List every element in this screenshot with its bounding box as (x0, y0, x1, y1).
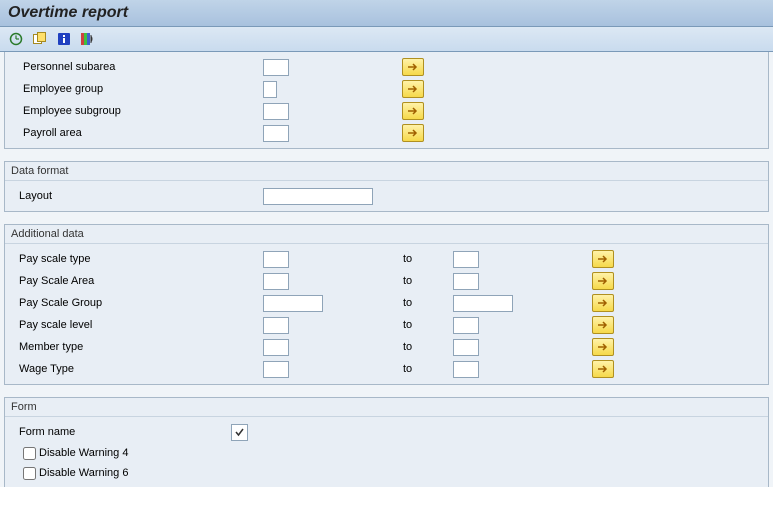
multi-select-payroll-area[interactable] (402, 124, 424, 142)
data-format-group: Data format Layout (4, 161, 769, 212)
input-additional-0-from[interactable] (263, 251, 289, 268)
input-additional-3-to[interactable] (453, 317, 479, 334)
multi-select-additional-0[interactable] (592, 250, 614, 268)
check-disable-warning-6[interactable] (23, 467, 36, 480)
label-personnel-subarea: Personnel subarea (13, 61, 263, 73)
input-additional-2-from[interactable] (263, 295, 323, 312)
row-employee-group: Employee group (5, 78, 768, 100)
multi-select-employee-group[interactable] (402, 80, 424, 98)
input-additional-4-from[interactable] (263, 339, 289, 356)
label-form-name: Form name (13, 426, 231, 438)
input-employee-subgroup[interactable] (263, 103, 289, 120)
label-additional-5: Wage Type (13, 363, 263, 375)
multi-select-personnel-subarea[interactable] (402, 58, 424, 76)
to-label-3: to (393, 319, 453, 331)
form-group: Form Form name Disable Warning 4 Disable… (4, 397, 769, 487)
form-title: Form (5, 398, 768, 417)
input-additional-5-to[interactable] (453, 361, 479, 378)
input-payroll-area[interactable] (263, 125, 289, 142)
row-employee-subgroup: Employee subgroup (5, 100, 768, 122)
input-additional-1-to[interactable] (453, 273, 479, 290)
input-layout[interactable] (263, 188, 373, 205)
multi-select-employee-subgroup[interactable] (402, 102, 424, 120)
multi-select-additional-5[interactable] (592, 360, 614, 378)
row-disable-warning-6: Disable Warning 6 (5, 463, 768, 483)
row-additional-2: Pay Scale Group to (5, 292, 768, 314)
additional-data-group: Additional data Pay scale typetoPay Scal… (4, 224, 769, 385)
to-label-1: to (393, 275, 453, 287)
to-label-0: to (393, 253, 453, 265)
multi-select-additional-2[interactable] (592, 294, 614, 312)
label-disable-warning-6: Disable Warning 6 (39, 467, 128, 479)
label-employee-subgroup: Employee subgroup (13, 105, 263, 117)
label-additional-2: Pay Scale Group (13, 297, 263, 309)
input-additional-4-to[interactable] (453, 339, 479, 356)
label-additional-3: Pay scale level (13, 319, 263, 331)
additional-data-title: Additional data (5, 225, 768, 244)
row-additional-4: Member type to (5, 336, 768, 358)
input-additional-1-from[interactable] (263, 273, 289, 290)
input-additional-2-to[interactable] (453, 295, 513, 312)
multi-select-additional-3[interactable] (592, 316, 614, 334)
data-format-title: Data format (5, 162, 768, 181)
form-name-check[interactable] (231, 424, 248, 441)
input-additional-5-from[interactable] (263, 361, 289, 378)
row-payroll-area: Payroll area (5, 122, 768, 144)
label-additional-1: Pay Scale Area (13, 275, 263, 287)
label-layout: Layout (13, 190, 263, 202)
toolbar (0, 27, 773, 52)
input-additional-0-to[interactable] (453, 251, 479, 268)
label-disable-warning-4: Disable Warning 4 (39, 447, 128, 459)
selection-group: Personnel subarea Employee group (4, 52, 769, 149)
title-text: Overtime report (8, 4, 128, 21)
check-icon (234, 427, 245, 438)
input-employee-group[interactable] (263, 81, 277, 98)
label-additional-4: Member type (13, 341, 263, 353)
row-additional-1: Pay Scale Area to (5, 270, 768, 292)
info-icon[interactable] (56, 31, 72, 47)
window-title: Overtime report (0, 0, 773, 27)
label-employee-group: Employee group (13, 83, 263, 95)
multi-select-additional-1[interactable] (592, 272, 614, 290)
variant-icon[interactable] (32, 31, 48, 47)
input-additional-3-from[interactable] (263, 317, 289, 334)
label-payroll-area: Payroll area (13, 127, 263, 139)
row-personnel-subarea: Personnel subarea (5, 56, 768, 78)
to-label-5: to (393, 363, 453, 375)
to-label-2: to (393, 297, 453, 309)
row-additional-5: Wage Type to (5, 358, 768, 380)
row-disable-warning-4: Disable Warning 4 (5, 443, 768, 463)
multi-select-additional-4[interactable] (592, 338, 614, 356)
color-legend-icon[interactable] (80, 31, 96, 47)
row-layout: Layout (5, 185, 768, 207)
label-additional-0: Pay scale type (13, 253, 263, 265)
execute-icon[interactable] (8, 31, 24, 47)
row-additional-0: Pay scale type to (5, 248, 768, 270)
check-disable-warning-4[interactable] (23, 447, 36, 460)
content-area: Personnel subarea Employee group (0, 52, 773, 487)
input-personnel-subarea[interactable] (263, 59, 289, 76)
to-label-4: to (393, 341, 453, 353)
row-form-name: Form name (5, 421, 768, 443)
row-additional-3: Pay scale level to (5, 314, 768, 336)
selection-body: Personnel subarea Employee group (5, 52, 768, 148)
